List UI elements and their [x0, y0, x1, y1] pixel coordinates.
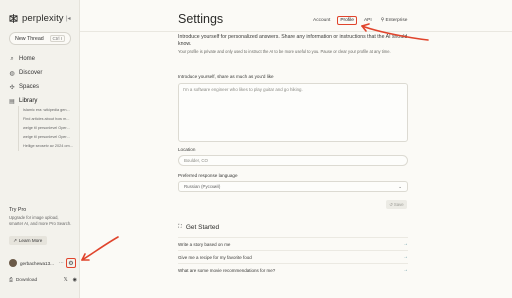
learn-more-button[interactable]: ↗ Learn More [9, 236, 47, 245]
get-started-heading: ⛶ Get Started [178, 224, 219, 231]
arrow-right-icon: → [403, 254, 408, 260]
page-title: Settings [178, 12, 224, 26]
arrow-right-icon: → [403, 241, 408, 247]
x-social-icon[interactable]: 𝕏 [64, 277, 68, 283]
tab-api[interactable]: API [362, 17, 374, 24]
get-started-item[interactable]: Write a story based on me → [178, 237, 408, 250]
introduce-yourself-textarea[interactable]: I'm a software engineer who likes to pla… [178, 83, 408, 142]
download-row: ⎙ Download 𝕏 ◉ [9, 277, 77, 283]
try-pro-title: Try Pro [9, 207, 27, 213]
avatar [9, 259, 17, 267]
brand-name: perplexity [22, 13, 64, 24]
sidebar-item-label: Discover [19, 70, 43, 76]
arrow-up-right-icon: ↗ [13, 237, 17, 243]
tab-profile[interactable]: Profile [337, 16, 357, 25]
perplexity-logo-icon [9, 14, 18, 23]
library-thread-item[interactable]: Hellige seosetv av 2024 om... [19, 142, 76, 151]
get-started-item-label: What are some movie recommendations for … [178, 267, 276, 273]
new-thread-label: New Thread [15, 35, 44, 42]
library-thread-item[interactable]: welge til personlevel Oper... [19, 124, 76, 133]
tab-account[interactable]: Account [311, 17, 332, 24]
save-icon: ↺ [389, 201, 393, 207]
sidebar-collapse-icon[interactable]: |◂ [66, 15, 71, 22]
social-links: 𝕏 ◉ [64, 277, 77, 283]
profile-privacy-note: Your profile is private and only used to… [178, 49, 391, 54]
username: gerbachewa13... [20, 260, 54, 266]
try-pro-panel: Try Pro Upgrade for image upload, smarte… [9, 207, 73, 226]
discord-icon[interactable]: ◉ [73, 277, 77, 283]
language-value: Russian (Русский) [184, 184, 221, 189]
gear-icon: ⚙ [68, 260, 74, 267]
sidebar-item-label: Spaces [19, 84, 40, 90]
get-started-title: Get Started [185, 224, 220, 231]
location-placeholder: Boulder, CO [184, 158, 208, 163]
introduce-label: Introduce yourself, share as much as you… [178, 74, 274, 79]
settings-gear-button[interactable]: ⚙ [66, 258, 76, 268]
library-thread-item[interactable]: Find articles about how m... [19, 115, 76, 124]
sidebar-item-label: Library [19, 98, 38, 104]
get-started-item-label: Give me a recipe for my favorite food [178, 254, 252, 260]
get-started-item[interactable]: What are some movie recommendations for … [178, 263, 408, 276]
get-started-list: Write a story based on me → Give me a re… [178, 237, 408, 276]
get-started-item-label: Write a story based on me [178, 241, 231, 247]
chevron-down-icon: ⌄ [398, 183, 402, 189]
location-input[interactable]: Boulder, CO [178, 155, 408, 166]
library-thread-list: Islamic era: wikipedia gen... Find artic… [18, 106, 76, 151]
new-thread-button[interactable]: New Thread Ctrl I [9, 32, 71, 45]
sidebar-item-home[interactable]: ⌕ Home [9, 52, 73, 66]
arrow-right-icon: → [403, 267, 408, 273]
new-thread-shortcut: Ctrl I [49, 35, 65, 42]
library-icon: ▤ [9, 98, 15, 105]
sidebar-item-discover[interactable]: ◍ Discover [9, 66, 73, 80]
profile-intro: Introduce yourself for personalized answ… [178, 34, 408, 48]
library-thread-item[interactable]: Islamic era: wikipedia gen... [19, 106, 76, 115]
globe-icon: ◍ [9, 70, 15, 77]
library-thread-item[interactable]: welge til personlevel Oper... [19, 133, 76, 142]
sidebar-nav: ⌕ Home ◍ Discover ✣ Spaces ▤ Library [9, 52, 73, 108]
more-options-icon[interactable]: ⋯ [59, 260, 64, 266]
language-select[interactable]: Russian (Русский) ⌄ [178, 181, 408, 192]
get-started-item[interactable]: Give me a recipe for my favorite food → [178, 250, 408, 263]
location-label: Location [178, 147, 196, 152]
language-label: Preferred response language [178, 173, 238, 178]
sidebar: perplexity |◂ New Thread Ctrl I ⌕ Home ◍… [0, 0, 80, 298]
sidebar-item-label: Home [19, 56, 36, 62]
try-pro-description: Upgrade for image upload, smarter AI, an… [9, 215, 72, 226]
download-link[interactable]: Download [16, 278, 37, 283]
app-window: perplexity |◂ New Thread Ctrl I ⌕ Home ◍… [0, 0, 512, 298]
learn-more-label: Learn More [18, 238, 43, 243]
sparkle-icon: ⛶ [178, 224, 182, 230]
search-icon: ⌕ [10, 55, 14, 62]
tab-enterprise[interactable]: ⚲ Enterprise [379, 17, 410, 24]
brand[interactable]: perplexity [9, 13, 64, 24]
grid-icon: ✣ [9, 84, 15, 91]
header-divider [80, 31, 512, 32]
save-button[interactable]: ↺ Save [386, 200, 407, 209]
introduce-placeholder: I'm a software engineer who likes to pla… [183, 87, 303, 92]
annotation-arrow-settings [81, 236, 119, 261]
download-icon: ⎙ [9, 278, 13, 283]
sidebar-item-spaces[interactable]: ✣ Spaces [9, 80, 73, 94]
save-label: Save [393, 202, 404, 207]
settings-tabs: Account Profile API ⚲ Enterprise [311, 16, 409, 25]
